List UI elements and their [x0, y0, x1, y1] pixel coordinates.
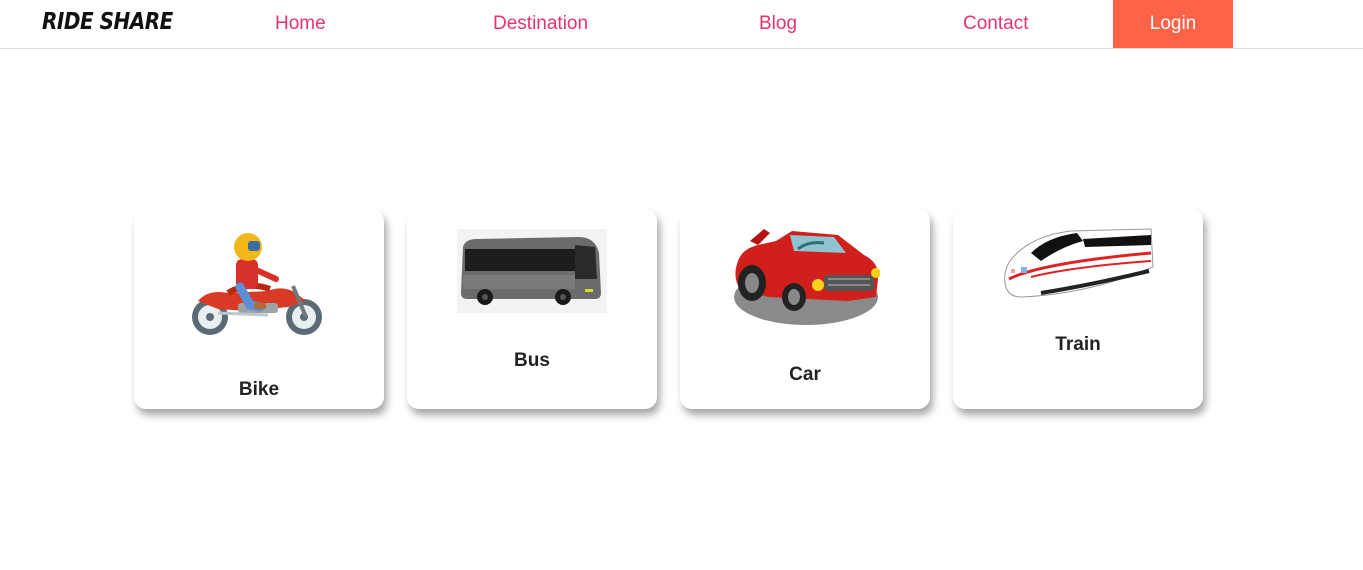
nav-link-blog[interactable]: Blog — [759, 13, 797, 35]
vehicle-card-bike[interactable]: Bike — [134, 209, 384, 409]
logo[interactable]: RIDE SHARE — [42, 7, 173, 35]
vehicle-label: Bus — [514, 350, 550, 371]
nav-link-contact[interactable]: Contact — [963, 13, 1028, 35]
car-icon — [734, 229, 880, 325]
motorcycle-icon — [192, 233, 322, 335]
vehicle-label: Bike — [238, 379, 280, 400]
navbar: RIDE SHARE Home Destination Blog Contact… — [0, 0, 1363, 49]
train-icon — [1004, 228, 1154, 298]
vehicle-label: Car — [789, 364, 821, 385]
bus-icon — [457, 229, 607, 313]
vehicle-label: Train — [1055, 334, 1101, 355]
nav-link-destination[interactable]: Destination — [493, 13, 588, 35]
vehicle-card-train[interactable]: Train — [953, 209, 1203, 409]
vehicle-card-bus[interactable]: Bus — [407, 209, 657, 409]
vehicle-card-car[interactable]: Car — [680, 209, 930, 409]
login-button[interactable]: Login — [1113, 0, 1233, 48]
nav-link-home[interactable]: Home — [275, 13, 326, 35]
